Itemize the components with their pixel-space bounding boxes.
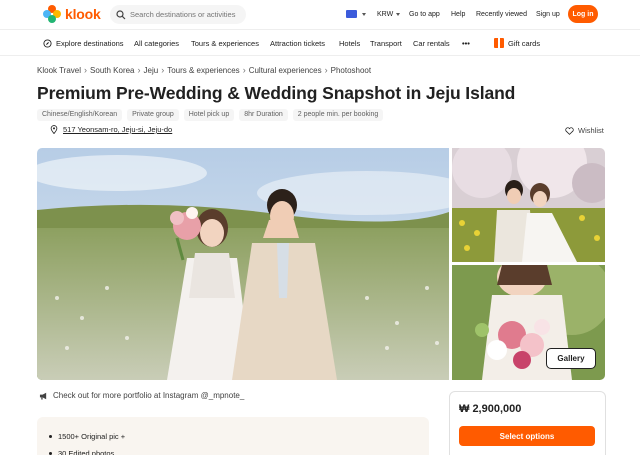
instagram-note-text: Check out for more portfolio at Instagra… — [53, 391, 245, 400]
highlight-item: 1500+ Original pic + — [49, 428, 417, 445]
price-card: ₩ 2,900,000 Select options — [449, 391, 606, 455]
search-icon — [116, 9, 126, 19]
category-nav: Explore destinations All categories Tour… — [0, 29, 640, 56]
login-button[interactable]: Log in — [568, 5, 598, 23]
search-input[interactable] — [130, 10, 242, 19]
heart-icon — [565, 126, 574, 135]
wedding-photo-image — [37, 148, 449, 380]
nav-explore-label: Explore destinations — [56, 38, 124, 48]
nav-gift-cards-label: Gift cards — [508, 38, 541, 48]
tag-duration: 8hr Duration — [239, 109, 288, 121]
location-pin-icon — [50, 125, 58, 134]
help-label: Help — [451, 11, 466, 18]
recently-viewed-link[interactable]: Recently viewed — [476, 0, 527, 29]
gallery-photo-couple[interactable] — [452, 148, 605, 262]
sign-up-link[interactable]: Sign up — [536, 0, 560, 29]
nav-transport[interactable]: Transport — [370, 30, 402, 56]
nav-car-rentals-label: Car rentals — [413, 38, 450, 48]
nav-tours-label: Tours & experiences — [191, 38, 259, 48]
wishlist-button[interactable]: Wishlist — [565, 126, 604, 135]
breadcrumb-jeju[interactable]: Jeju — [144, 66, 159, 75]
chevron-down-icon — [396, 13, 401, 16]
address-text: 517 Yeonsam-ro, Jeju-si, Jeju-do — [63, 125, 173, 134]
wishlist-label: Wishlist — [578, 126, 604, 135]
breadcrumb-photoshoot[interactable]: Photoshoot — [331, 66, 371, 75]
activity-tags: Chinese/English/Korean Private group Hot… — [37, 109, 384, 121]
nav-gift-cards[interactable]: Gift cards — [494, 30, 540, 56]
logo-text: klook — [65, 6, 101, 22]
breadcrumb-separator-icon: › — [161, 65, 165, 75]
sign-up-label: Sign up — [536, 11, 560, 18]
price-value: ₩ 2,900,000 — [459, 403, 522, 415]
recently-viewed-label: Recently viewed — [476, 11, 527, 18]
search-bar[interactable] — [110, 5, 246, 24]
go-to-app-label: Go to app — [409, 11, 440, 18]
breadcrumb-tours[interactable]: Tours & experiences — [167, 66, 239, 75]
currency-label: KRW — [377, 11, 394, 18]
tag-min-people: 2 people min. per booking — [292, 109, 384, 121]
klook-logo[interactable]: klook — [43, 5, 101, 23]
tag-pickup: Hotel pick up — [183, 109, 235, 121]
nav-explore-destinations[interactable]: Explore destinations — [43, 30, 124, 56]
megaphone-icon — [39, 392, 47, 400]
nav-attraction-label: Attraction tickets — [270, 38, 326, 48]
nav-car-rentals[interactable]: Car rentals — [413, 30, 450, 56]
nav-tours-experiences[interactable]: Tours & experiences — [191, 30, 259, 56]
gallery-button[interactable]: Gallery — [546, 348, 596, 369]
couple-photo-image — [452, 148, 605, 262]
compass-icon — [43, 38, 52, 48]
breadcrumb-klook-travel[interactable]: Klook Travel — [37, 66, 81, 75]
tag-group: Private group — [127, 109, 179, 121]
breadcrumb-separator-icon: › — [324, 65, 328, 75]
nav-hotels-label: Hotels — [339, 38, 361, 48]
breadcrumb-separator-icon: › — [84, 65, 88, 75]
nav-hotels[interactable]: Hotels — [339, 30, 360, 56]
nav-attraction-tickets[interactable]: Attraction tickets — [270, 30, 325, 56]
address-link[interactable]: 517 Yeonsam-ro, Jeju-si, Jeju-do — [50, 125, 172, 134]
gift-icon — [494, 38, 504, 48]
breadcrumb-south-korea[interactable]: South Korea — [90, 66, 134, 75]
klook-logo-icon — [43, 5, 61, 23]
more-icon: ••• — [462, 38, 470, 48]
nav-all-categories-label: All categories — [134, 38, 180, 48]
instagram-note: Check out for more portfolio at Instagra… — [39, 391, 244, 400]
language-caret[interactable] — [359, 0, 366, 29]
highlights-box: 1500+ Original pic + 30 Edited photos — [37, 417, 429, 455]
breadcrumb-separator-icon: › — [242, 65, 246, 75]
tag-language: Chinese/English/Korean — [37, 109, 123, 121]
breadcrumb-separator-icon: › — [137, 65, 141, 75]
page-title: Premium Pre-Wedding & Wedding Snapshot i… — [37, 83, 516, 103]
select-options-button[interactable]: Select options — [459, 426, 595, 446]
highlight-item: 30 Edited photos — [49, 445, 417, 455]
nav-all-categories[interactable]: All categories — [134, 30, 179, 56]
breadcrumb: Klook Travel › South Korea › Jeju › Tours &… — [37, 65, 371, 75]
chevron-down-icon — [362, 13, 366, 16]
language-flag-icon[interactable] — [346, 10, 357, 18]
top-header: klook KRW Go to app Help Recently viewed… — [0, 0, 640, 29]
help-link[interactable]: Help — [451, 0, 465, 29]
go-to-app-link[interactable]: Go to app — [409, 0, 440, 29]
nav-transport-label: Transport — [370, 38, 402, 48]
nav-more-button[interactable]: ••• — [462, 30, 470, 56]
breadcrumb-cultural[interactable]: Cultural experiences — [249, 66, 322, 75]
main-gallery-photo[interactable] — [37, 148, 449, 380]
currency-selector[interactable]: KRW — [377, 0, 401, 29]
